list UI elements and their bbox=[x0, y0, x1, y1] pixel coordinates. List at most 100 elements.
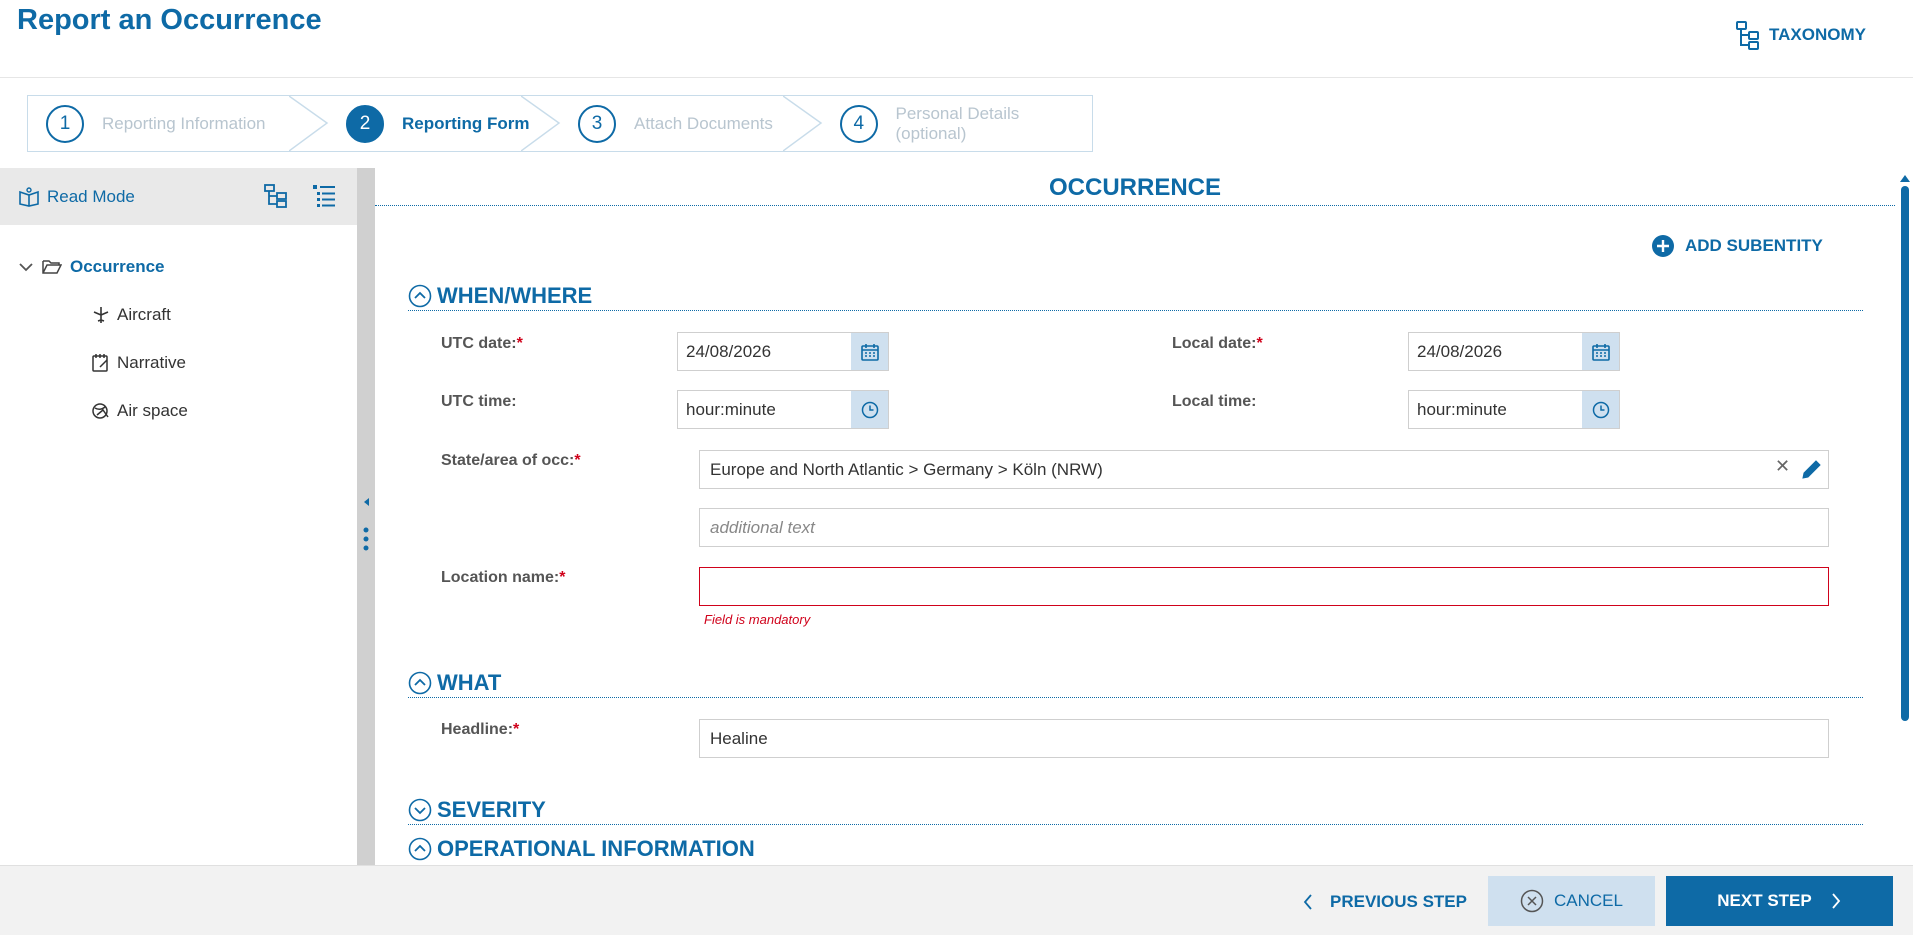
read-mode-label: Read Mode bbox=[47, 186, 135, 206]
utc-date-label: UTC date:* bbox=[441, 335, 523, 353]
group-title: SEVERITY bbox=[437, 796, 546, 822]
headline-label: Headline:* bbox=[441, 721, 519, 739]
clock-icon bbox=[861, 401, 878, 418]
list-view-icon[interactable] bbox=[311, 183, 337, 209]
required-mark: * bbox=[559, 569, 566, 586]
tree-item-narrative[interactable]: Narrative bbox=[0, 348, 357, 378]
group-title: OPERATIONAL INFORMATION bbox=[437, 836, 755, 861]
taxonomy-icon bbox=[1736, 21, 1760, 50]
group-title: WHEN/WHERE bbox=[437, 282, 593, 308]
label-text: Local date: bbox=[1172, 335, 1257, 352]
panel-splitter[interactable] bbox=[357, 168, 375, 865]
step-separator bbox=[521, 96, 561, 151]
tree-view-icon[interactable] bbox=[263, 183, 289, 209]
utc-date-field[interactable]: 24/08/2026 bbox=[677, 332, 889, 371]
utc-date-value[interactable]: 24/08/2026 bbox=[678, 333, 851, 370]
tree-item-label: Aircraft bbox=[117, 305, 171, 324]
chevron-left-icon bbox=[1303, 893, 1312, 910]
required-mark: * bbox=[516, 335, 523, 352]
tree-item-occurrence[interactable]: Occurrence bbox=[0, 252, 357, 282]
airspace-icon bbox=[92, 403, 109, 419]
drag-handle-icon[interactable] bbox=[357, 526, 375, 552]
vertical-scrollbar[interactable] bbox=[1899, 168, 1911, 748]
local-date-field[interactable]: 24/08/2026 bbox=[1408, 332, 1620, 371]
location-name-label: Location name:* bbox=[441, 569, 565, 587]
clock-button[interactable] bbox=[851, 391, 888, 428]
previous-step-label: PREVIOUS STEP bbox=[1330, 891, 1467, 911]
scrollbar-thumb[interactable] bbox=[1901, 186, 1909, 721]
plus-circle-icon bbox=[1652, 235, 1674, 257]
read-mode-button[interactable]: Read Mode bbox=[18, 187, 135, 207]
app-header: Report an Occurrence TAXONOMY bbox=[0, 0, 1913, 78]
group-when-where[interactable]: WHEN/WHERE bbox=[408, 281, 1863, 311]
calendar-button[interactable] bbox=[1582, 333, 1619, 370]
chevron-up-circle-icon bbox=[408, 671, 432, 694]
group-operational-information[interactable]: OPERATIONAL INFORMATION bbox=[408, 834, 1863, 864]
tree-item-aircraft[interactable]: Aircraft bbox=[0, 300, 357, 330]
step-number: 2 bbox=[346, 104, 384, 143]
label-text: Location name: bbox=[441, 569, 560, 586]
next-step-button[interactable]: NEXT STEP bbox=[1666, 876, 1893, 926]
scroll-up-icon[interactable] bbox=[1899, 173, 1911, 183]
add-subentity-button[interactable]: ADD SUBENTITY bbox=[1651, 234, 1823, 258]
next-step-label: NEXT STEP bbox=[1717, 891, 1812, 910]
state-area-label: State/area of occ:* bbox=[441, 452, 581, 470]
state-area-additional-input[interactable]: additional text bbox=[699, 508, 1829, 547]
step-label: Personal Details (optional) bbox=[895, 103, 1020, 143]
add-subentity-label: ADD SUBENTITY bbox=[1685, 236, 1823, 255]
cancel-button[interactable]: CANCEL bbox=[1488, 876, 1655, 926]
previous-step-button[interactable]: PREVIOUS STEP bbox=[1302, 883, 1467, 920]
step-number: 3 bbox=[578, 104, 616, 143]
group-what[interactable]: WHAT bbox=[408, 668, 1863, 698]
utc-time-label: UTC time: bbox=[441, 393, 517, 410]
local-time-value[interactable]: hour:minute bbox=[1409, 391, 1582, 428]
step-label: Reporting Form bbox=[402, 113, 530, 133]
pencil-icon[interactable] bbox=[1799, 456, 1825, 482]
chevron-down-icon[interactable] bbox=[18, 261, 34, 273]
step-label: Attach Documents bbox=[634, 113, 773, 133]
tree-item-label: Air space bbox=[117, 401, 188, 420]
headline-input[interactable]: Healine bbox=[699, 719, 1829, 758]
step-separator bbox=[783, 96, 823, 151]
step-personal-details[interactable]: 4 Personal Details (optional) bbox=[822, 96, 1092, 151]
label-text: UTC date: bbox=[441, 335, 517, 352]
step-number: 1 bbox=[46, 104, 84, 143]
taxonomy-button[interactable]: TAXONOMY bbox=[1735, 20, 1866, 50]
entity-sidebar: Read Mode Occurrence Aircraft Narrative bbox=[0, 168, 357, 865]
close-circle-icon bbox=[1520, 889, 1544, 913]
utc-time-value[interactable]: hour:minute bbox=[678, 391, 851, 428]
step-separator bbox=[289, 96, 329, 151]
label-text: Headline: bbox=[441, 721, 514, 738]
utc-time-field[interactable]: hour:minute bbox=[677, 390, 889, 429]
local-date-value[interactable]: 24/08/2026 bbox=[1409, 333, 1582, 370]
clear-icon[interactable]: ✕ bbox=[1775, 456, 1790, 477]
step-reporting-form[interactable]: 2 Reporting Form bbox=[328, 96, 561, 151]
calendar-icon bbox=[860, 343, 879, 361]
chevron-right-icon bbox=[1832, 893, 1840, 909]
entity-tree: Occurrence Aircraft Narrative Air space bbox=[0, 225, 357, 426]
step-attach-documents[interactable]: 3 Attach Documents bbox=[560, 96, 823, 151]
tree-item-airspace[interactable]: Air space bbox=[0, 396, 357, 426]
step-reporting-information[interactable]: 1 Reporting Information bbox=[28, 96, 329, 151]
calendar-button[interactable] bbox=[851, 333, 888, 370]
collapse-arrow-icon[interactable] bbox=[357, 496, 375, 508]
clock-button[interactable] bbox=[1582, 391, 1619, 428]
taxonomy-label: TAXONOMY bbox=[1769, 25, 1866, 44]
state-area-field[interactable]: Europe and North Atlantic > Germany > Kö… bbox=[699, 450, 1829, 489]
tree-item-label: Occurrence bbox=[70, 257, 165, 276]
group-severity[interactable]: SEVERITY bbox=[408, 795, 1863, 825]
wizard-stepper: 1 Reporting Information 2 Reporting Form… bbox=[27, 95, 1093, 152]
local-time-field[interactable]: hour:minute bbox=[1408, 390, 1620, 429]
section-title: OCCURRENCE bbox=[375, 168, 1895, 206]
cancel-label: CANCEL bbox=[1554, 891, 1623, 910]
required-mark: * bbox=[513, 721, 520, 738]
chevron-down-circle-icon bbox=[408, 798, 432, 821]
chevron-up-circle-icon bbox=[408, 837, 432, 861]
chevron-up-circle-icon bbox=[408, 284, 432, 307]
calendar-icon bbox=[1591, 343, 1610, 361]
label-text: State/area of occ: bbox=[441, 452, 575, 469]
book-icon bbox=[19, 186, 39, 207]
location-name-input[interactable] bbox=[699, 567, 1829, 606]
location-name-error: Field is mandatory bbox=[704, 612, 811, 627]
page-title: Report an Occurrence bbox=[17, 4, 322, 36]
